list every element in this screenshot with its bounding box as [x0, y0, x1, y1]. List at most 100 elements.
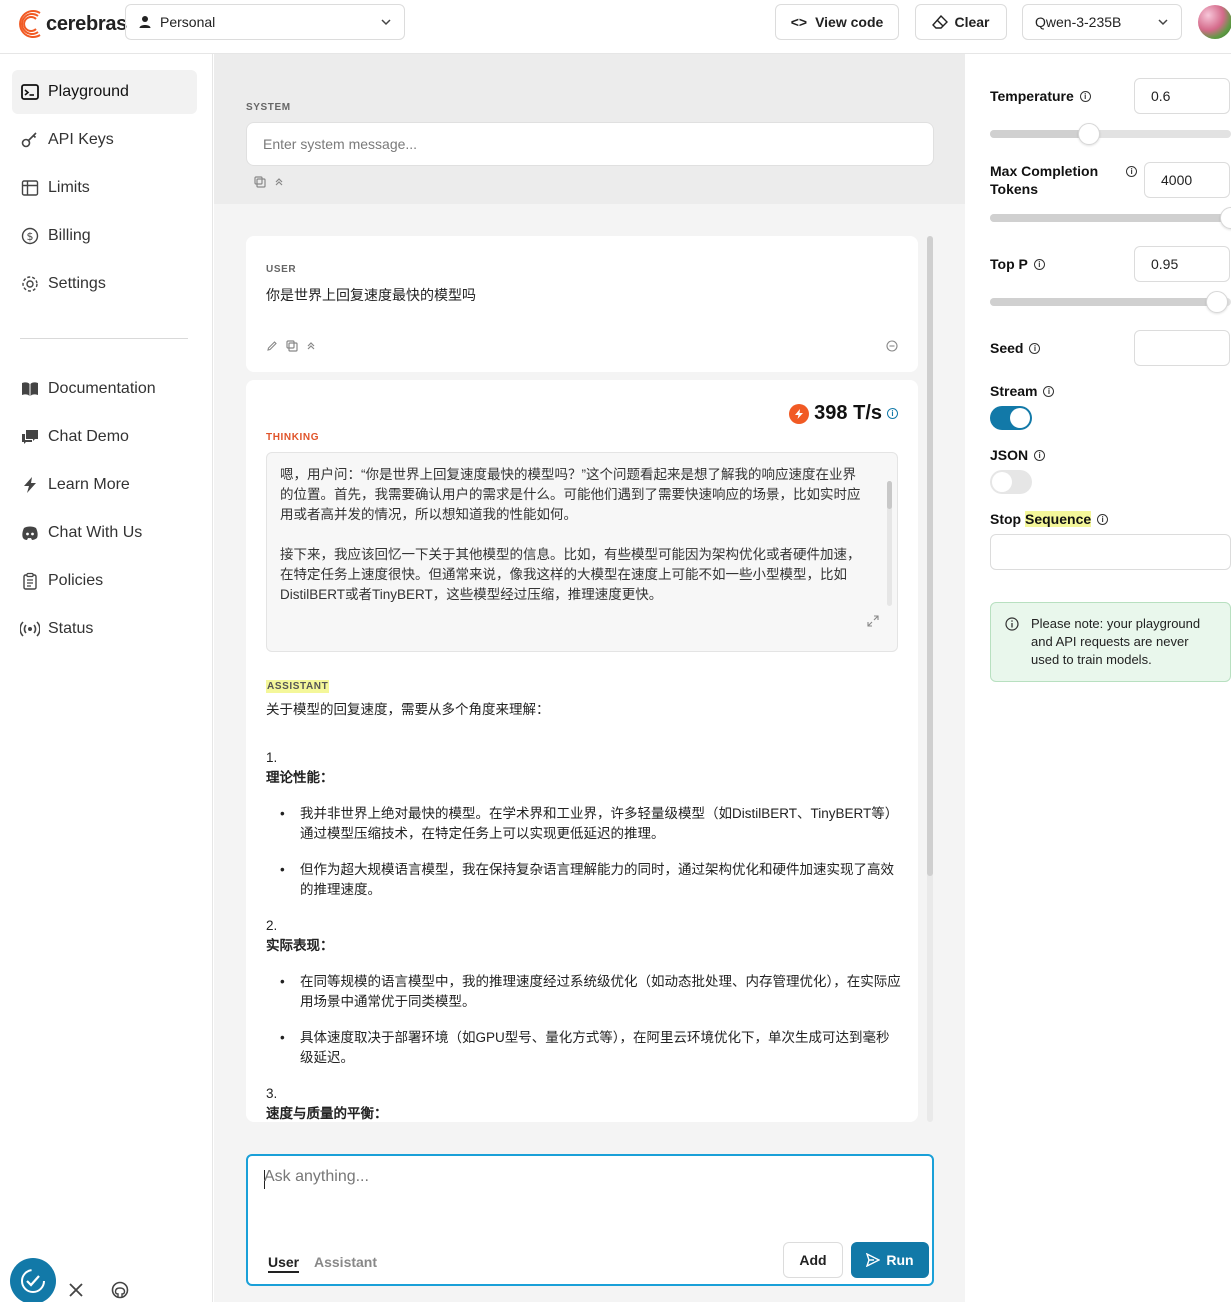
clear-button[interactable]: Clear: [915, 4, 1007, 40]
code-icon: <>: [790, 14, 808, 30]
stop-sequence-input[interactable]: [990, 534, 1231, 570]
tokens-per-second: 398 T/s i: [789, 402, 898, 425]
github-icon[interactable]: [110, 1280, 130, 1300]
sidebar-item-label: Policies: [48, 572, 104, 589]
sidebar-item-documentation[interactable]: Documentation: [12, 367, 197, 411]
system-section: SYSTEM Enter system message...: [214, 54, 965, 204]
slider-fill: [990, 298, 1217, 306]
seed-input[interactable]: [1134, 330, 1230, 366]
cerebras-logo[interactable]: cerebras: [18, 6, 127, 42]
table-icon: [20, 178, 40, 198]
minus-circle-icon: [886, 340, 898, 352]
slider-knob[interactable]: [1220, 207, 1231, 229]
run-button[interactable]: Run: [851, 1242, 929, 1278]
run-label: Run: [886, 1252, 914, 1268]
info-icon[interactable]: i: [1034, 449, 1046, 461]
section-number: 3.: [266, 1086, 278, 1101]
model-select[interactable]: Qwen-3-235B: [1022, 4, 1182, 40]
lightning-icon: [20, 475, 40, 495]
system-message-input[interactable]: Enter system message...: [246, 122, 934, 166]
sidebar-item-label: Chat With Us: [48, 524, 143, 541]
sidebar-item-status[interactable]: Status: [12, 607, 197, 651]
sidebar-item-policies[interactable]: Policies: [12, 559, 197, 603]
temperature-label: Temperature i: [990, 88, 1091, 104]
copy-icon[interactable]: [286, 340, 298, 352]
privacy-note-text: Please note: your playground and API req…: [1031, 616, 1201, 667]
top-bar: cerebras Personal <> View code Clear Qwe…: [0, 0, 1231, 54]
info-circle-icon: [1005, 617, 1019, 636]
json-toggle[interactable]: [990, 470, 1032, 494]
top-p-input[interactable]: 0.95: [1134, 246, 1230, 282]
edit-icon[interactable]: [266, 340, 278, 352]
temperature-slider[interactable]: [990, 123, 1231, 145]
sidebar-item-label: Billing: [48, 227, 91, 244]
book-icon: [20, 379, 40, 399]
info-icon[interactable]: i: [1126, 166, 1138, 177]
workspace-label: Personal: [160, 14, 216, 30]
assistant-role-label: ASSISTANT: [266, 680, 330, 693]
remove-message-button[interactable]: [886, 340, 898, 352]
info-icon[interactable]: i: [1097, 513, 1109, 525]
top-p-slider[interactable]: [990, 291, 1231, 313]
conversation-scroll-thumb[interactable]: [927, 236, 933, 876]
info-icon[interactable]: i: [1043, 385, 1055, 397]
sidebar-item-label: Learn More: [48, 476, 130, 493]
slider-knob[interactable]: [1205, 291, 1228, 313]
info-icon[interactable]: i: [1033, 258, 1045, 270]
slider-fill: [990, 130, 1089, 138]
stream-label-text: Stream: [990, 383, 1038, 399]
info-icon[interactable]: i: [1029, 342, 1041, 354]
sidebar-item-chat-demo[interactable]: Chat Demo: [12, 415, 197, 459]
sidebar-item-label: Chat Demo: [48, 428, 129, 445]
stream-toggle[interactable]: [990, 406, 1032, 430]
toggle-knob: [992, 472, 1012, 492]
sidebar-item-settings[interactable]: Settings: [12, 262, 197, 306]
broadcast-icon: [20, 619, 40, 639]
slider-fill: [990, 214, 1231, 222]
temperature-label-text: Temperature: [990, 88, 1074, 104]
thinking-box[interactable]: 嗯，用户问：“你是世界上回复速度最快的模型吗？”这个问题看起来是想了解我的响应速…: [266, 452, 898, 652]
sidebar-item-playground[interactable]: Playground: [12, 70, 197, 114]
temperature-input[interactable]: 0.6: [1134, 78, 1230, 114]
user-message-actions: [266, 340, 316, 352]
seed-label-text: Seed: [990, 340, 1024, 356]
tab-assistant[interactable]: Assistant: [314, 1254, 377, 1270]
section-number: 2.: [266, 918, 278, 933]
copy-icon[interactable]: [254, 176, 266, 188]
speed-badge-button[interactable]: [10, 1258, 56, 1302]
user-icon: [139, 16, 151, 28]
json-label-text: JSON: [990, 447, 1029, 463]
sequence-label-text: Sequence: [1025, 511, 1092, 527]
avatar[interactable]: [1198, 5, 1231, 39]
sidebar-item-api-keys[interactable]: API Keys: [12, 118, 197, 162]
brand-name: cerebras: [46, 12, 127, 35]
collapse-icon[interactable]: [274, 176, 284, 188]
expand-icon[interactable]: [867, 613, 879, 633]
top-p-label-text: Top P: [990, 256, 1028, 272]
stop-label-text: Stop: [990, 511, 1025, 527]
info-icon[interactable]: i: [1079, 90, 1091, 102]
user-message-card: USER 你是世界上回复速度最快的模型吗: [246, 236, 918, 372]
list-item: 在同等规模的语言模型中，我的推理速度经过系统级优化（如动态批处理、内存管理优化）…: [280, 972, 902, 1012]
cerebras-logo-icon: [19, 10, 41, 38]
gauge-check-icon: [21, 1269, 45, 1293]
info-icon[interactable]: i: [887, 408, 898, 419]
collapse-icon[interactable]: [306, 340, 316, 352]
gear-icon: [20, 274, 40, 294]
sidebar-item-chat-with-us[interactable]: Chat With Us: [12, 511, 197, 555]
tab-user[interactable]: User: [268, 1254, 300, 1273]
message-composer[interactable]: Ask anything... User Assistant Add Run: [246, 1154, 934, 1286]
thinking-scroll-thumb[interactable]: [887, 481, 892, 509]
max-tokens-slider[interactable]: [990, 207, 1231, 229]
add-button[interactable]: Add: [783, 1242, 843, 1278]
workspace-select[interactable]: Personal: [125, 4, 405, 40]
sidebar-item-billing[interactable]: $ Billing: [12, 214, 197, 258]
chevron-down-icon: [1158, 19, 1168, 26]
thinking-paragraph: 嗯，用户问：“你是世界上回复速度最快的模型吗？”这个问题看起来是想了解我的响应速…: [280, 467, 861, 522]
slider-knob[interactable]: [1077, 123, 1100, 145]
view-code-button[interactable]: <> View code: [775, 4, 899, 40]
x-twitter-icon[interactable]: [66, 1280, 86, 1300]
max-tokens-input[interactable]: 4000: [1144, 162, 1230, 198]
sidebar-item-limits[interactable]: Limits: [12, 166, 197, 210]
sidebar-item-learn-more[interactable]: Learn More: [12, 463, 197, 507]
